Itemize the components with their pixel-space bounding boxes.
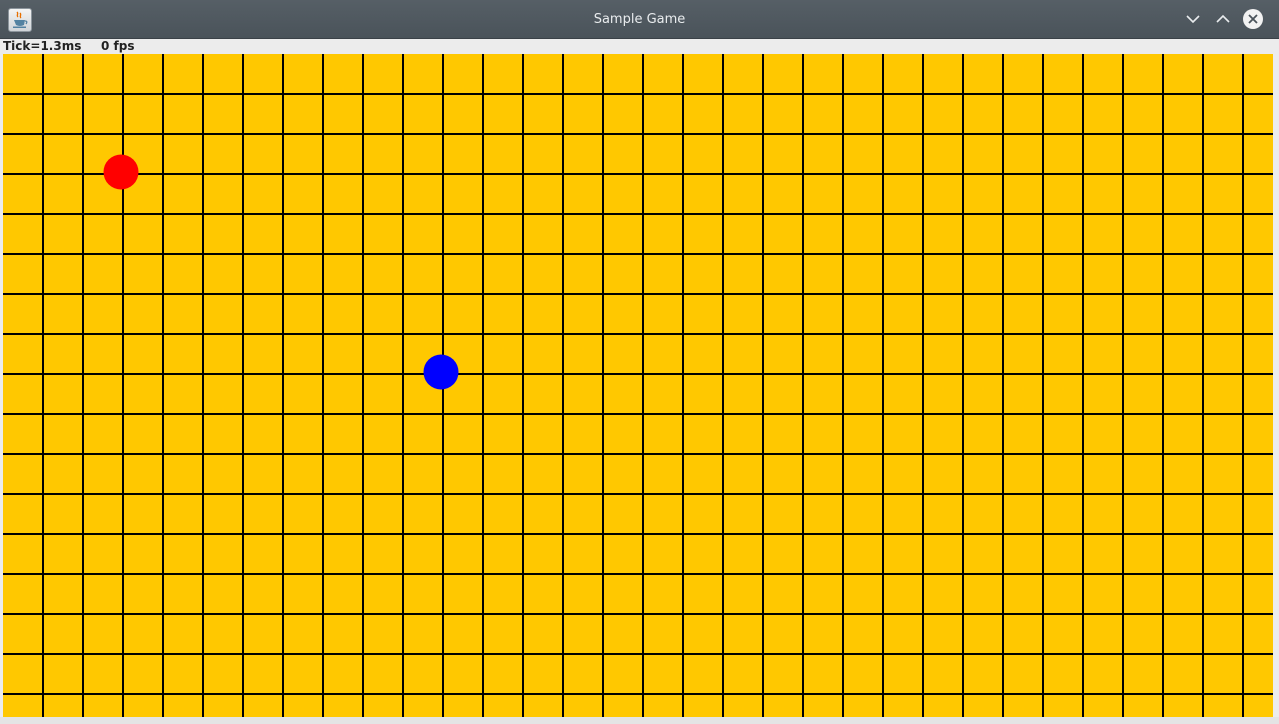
title-bar[interactable]: Sample Game bbox=[0, 0, 1279, 39]
close-button[interactable] bbox=[1242, 8, 1264, 30]
close-icon bbox=[1243, 9, 1263, 29]
game-board[interactable] bbox=[3, 54, 1273, 717]
red-ball[interactable] bbox=[103, 154, 139, 190]
blue-ball[interactable] bbox=[423, 354, 459, 390]
maximize-button[interactable] bbox=[1212, 8, 1234, 30]
chevron-up-icon bbox=[1216, 14, 1230, 23]
chevron-down-icon bbox=[1186, 15, 1200, 24]
window-border-right bbox=[1273, 39, 1279, 724]
window-title: Sample Game bbox=[593, 12, 686, 27]
window-border-bottom bbox=[0, 717, 1279, 724]
fps-label: 0 fps bbox=[101, 39, 135, 53]
app-window: Sample Game Tick=1.3ms 0 fps bbox=[0, 0, 1279, 724]
game-board-canvas[interactable] bbox=[3, 54, 1273, 717]
minimize-button[interactable] bbox=[1182, 8, 1204, 30]
status-bar: Tick=1.3ms 0 fps bbox=[0, 39, 1279, 54]
java-app-icon[interactable] bbox=[8, 8, 32, 32]
tick-time-label: Tick=1.3ms bbox=[3, 39, 82, 53]
